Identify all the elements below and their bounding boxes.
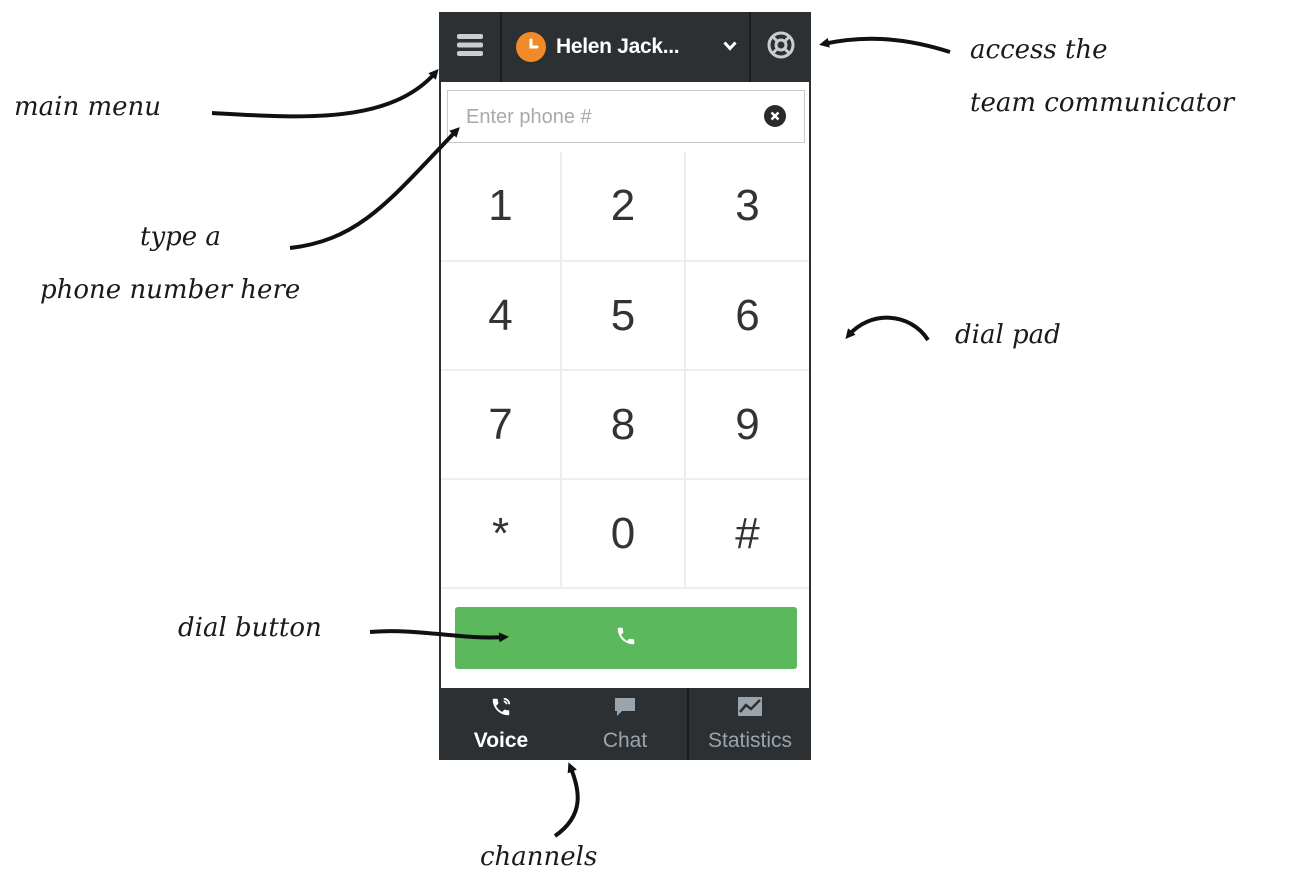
- arrow-dial-pad: [845, 315, 930, 342]
- annotation-access-line1: access the: [970, 35, 1108, 65]
- arrow-channels: [553, 762, 580, 838]
- arrow-phone-input: [289, 127, 460, 250]
- annotation-main-menu: main menu: [14, 92, 162, 122]
- annotation-channels: channels: [480, 842, 598, 872]
- annotation-dial-button: dial button: [178, 613, 322, 643]
- annotation-arrows: [211, 36, 951, 838]
- annotation-type-line2: phone number here: [40, 275, 301, 305]
- annotation-type-line1: type a: [140, 222, 221, 252]
- arrow-team-communicator: [819, 36, 951, 54]
- annotation-dial-pad: dial pad: [955, 320, 1061, 350]
- arrow-main-menu: [211, 68, 439, 119]
- arrow-dial-button: [369, 629, 509, 643]
- annotation-access-line2: team communicator: [970, 88, 1235, 118]
